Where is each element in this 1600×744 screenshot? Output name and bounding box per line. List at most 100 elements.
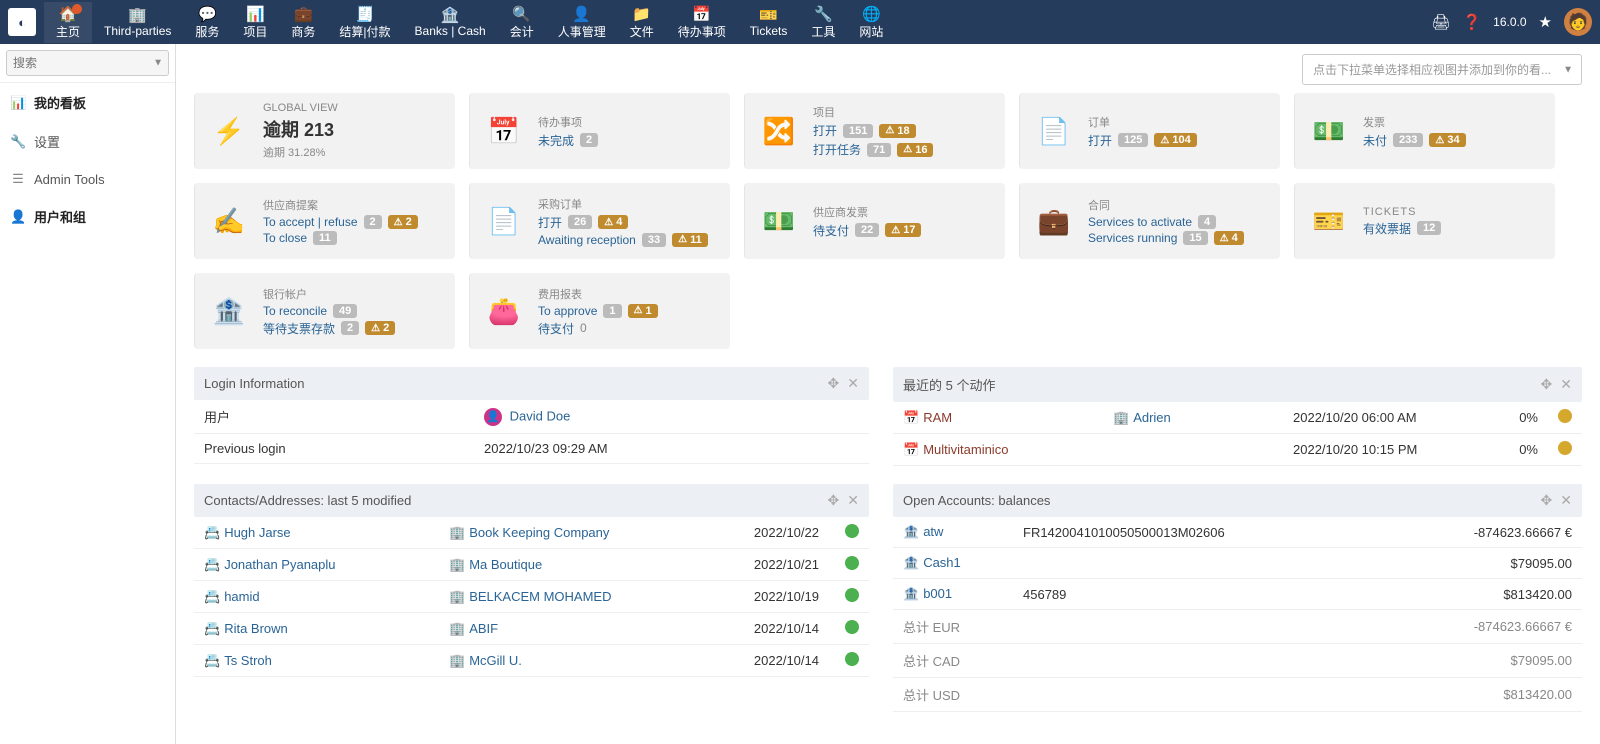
contact-name-link[interactable]: Hugh Jarse [224, 525, 290, 540]
contact-company-link[interactable]: Ma Boutique [469, 557, 542, 572]
nav-item-Banks | Cash[interactable]: 🏦Banks | Cash [403, 2, 498, 43]
star-icon[interactable]: ★ [1539, 13, 1552, 31]
nav-item-结算|付款[interactable]: 🧾结算|付款 [327, 2, 402, 43]
user-avatar-small: 👤 [484, 408, 502, 426]
nav-label: 会计 [510, 23, 534, 40]
nav-item-待办事项[interactable]: 📅待办事项 [666, 2, 738, 43]
nav-item-文件[interactable]: 📁文件 [618, 2, 666, 43]
nav-icon: 📅 [692, 5, 711, 23]
nav-item-商务[interactable]: 💼商务 [279, 2, 327, 43]
move-icon[interactable]: ✥ [1541, 376, 1553, 393]
nav-item-会计[interactable]: 🔍会计 [498, 2, 546, 43]
contact-date: 2022/10/14 [719, 613, 829, 645]
contact-date: 2022/10/21 [719, 549, 829, 581]
dashboard-card: 💵 供应商发票待支付2217 [744, 183, 1005, 259]
sidebar-item[interactable]: 📊我的看板 [0, 83, 175, 122]
help-icon[interactable]: ❓ [1462, 13, 1481, 31]
card-icon: ⚡ [205, 107, 253, 155]
login-user-link[interactable]: David Doe [510, 408, 571, 423]
nav-item-工具[interactable]: 🔧工具 [799, 2, 847, 43]
nav-label: 主页 [56, 23, 80, 40]
contact-icon: 📇 [204, 589, 220, 604]
card-link[interactable]: Services to activate [1088, 215, 1192, 229]
card-icon: 📄 [1030, 107, 1078, 155]
account-link[interactable]: b001 [923, 586, 952, 601]
nav-icon: 🔧 [814, 5, 833, 23]
close-icon[interactable]: ✕ [847, 492, 859, 509]
card-link[interactable]: 打开 [538, 214, 562, 231]
nav-label: 服务 [195, 23, 219, 40]
action-event-link[interactable]: Multivitaminico [923, 442, 1008, 457]
search-input[interactable] [6, 50, 169, 76]
card-link[interactable]: To approve [538, 304, 597, 318]
nav-item-服务[interactable]: 💬服务 [183, 2, 231, 43]
nav-icon: 🌐 [862, 5, 881, 23]
company-icon: 🏢 [449, 525, 465, 540]
card-link[interactable]: 打开任务 [813, 141, 861, 158]
panel-title: Login Information [204, 376, 820, 391]
nav-item-主页[interactable]: 🏠主页 [44, 2, 92, 43]
move-icon[interactable]: ✥ [828, 492, 840, 509]
view-selector[interactable]: 点击下拉菜单选择相应视图并添加到你的看... ▼ [1302, 54, 1582, 85]
sidebar-item[interactable]: ☰Admin Tools [0, 161, 175, 197]
nav-label: 待办事项 [678, 23, 726, 40]
move-icon[interactable]: ✥ [1541, 492, 1553, 509]
user-avatar[interactable]: 🧑 [1564, 8, 1592, 36]
action-when: 2022/10/20 06:00 AM [1283, 402, 1488, 434]
dashboard-cards: ⚡ GLOBAL VIEW逾期 213逾期 31.28%📅 待办事项未完成2🔀 … [194, 93, 1582, 349]
account-link[interactable]: Cash1 [923, 555, 961, 570]
card-link[interactable]: 有效票据 [1363, 220, 1411, 237]
card-link[interactable]: 未完成 [538, 132, 574, 149]
close-icon[interactable]: ✕ [1560, 492, 1572, 509]
card-link[interactable]: 等待支票存款 [263, 320, 335, 337]
company-icon: 🏢 [1113, 410, 1129, 425]
nav-item-Tickets[interactable]: 🎫Tickets [738, 2, 800, 43]
contact-name-link[interactable]: Ts Stroh [224, 653, 272, 668]
status-dot [845, 556, 859, 570]
contact-company-link[interactable]: Book Keeping Company [469, 525, 609, 540]
contact-company-link[interactable]: ABIF [469, 621, 498, 636]
print-icon[interactable]: 🖨 [1431, 13, 1450, 31]
count-badge: 26 [568, 215, 592, 229]
count-badge: 2 [364, 215, 382, 229]
nav-item-Third-parties[interactable]: 🏢Third-parties [92, 2, 183, 43]
calendar-icon: 📅 [903, 442, 919, 457]
chevron-down-icon[interactable]: ▼ [153, 58, 163, 69]
total-label: 总计 CAD [893, 644, 1384, 678]
nav-item-项目[interactable]: 📊项目 [231, 2, 279, 43]
card-link[interactable]: Awaiting reception [538, 233, 636, 247]
warning-badge: 4 [598, 215, 628, 229]
nav-item-网站[interactable]: 🌐网站 [847, 2, 895, 43]
move-icon[interactable]: ✥ [828, 375, 840, 392]
nav-items: 🏠主页🏢Third-parties💬服务📊项目💼商务🧾结算|付款🏦Banks |… [44, 2, 1431, 43]
action-who-link[interactable]: Adrien [1133, 410, 1171, 425]
card-link[interactable]: To close [263, 231, 307, 245]
sidebar-item[interactable]: 👤用户和组 [0, 197, 175, 236]
card-text: 逾期 31.28% [263, 144, 445, 160]
sidebar: ▼ 📊我的看板🔧设置☰Admin Tools👤用户和组 [0, 44, 176, 744]
bank-icon: 🏦 [903, 555, 919, 570]
close-icon[interactable]: ✕ [1560, 376, 1572, 393]
contact-company-link[interactable]: BELKACEM MOHAMED [469, 589, 611, 604]
card-link[interactable]: 待支付 [538, 320, 574, 337]
card-link[interactable]: 待支付 [813, 222, 849, 239]
contact-name-link[interactable]: hamid [224, 589, 259, 604]
notification-dot [72, 4, 82, 14]
card-link[interactable]: 打开 [813, 122, 837, 139]
contact-company-link[interactable]: McGill U. [469, 653, 522, 668]
card-link[interactable]: 未付 [1363, 132, 1387, 149]
app-logo[interactable]: ◐ [8, 8, 36, 36]
count-badge: 1 [603, 304, 621, 318]
account-link[interactable]: atw [923, 524, 943, 539]
card-link[interactable]: To accept | refuse [263, 215, 358, 229]
close-icon[interactable]: ✕ [847, 375, 859, 392]
nav-item-人事管理[interactable]: 👤人事管理 [546, 2, 618, 43]
dashboard-card: 💵 发票未付23334 [1294, 93, 1555, 169]
contact-name-link[interactable]: Rita Brown [224, 621, 288, 636]
card-link[interactable]: To reconcile [263, 304, 327, 318]
card-link[interactable]: Services running [1088, 231, 1177, 245]
action-event-link[interactable]: RAM [923, 410, 952, 425]
contact-name-link[interactable]: Jonathan Pyanaplu [224, 557, 335, 572]
sidebar-item[interactable]: 🔧设置 [0, 122, 175, 161]
card-link[interactable]: 打开 [1088, 132, 1112, 149]
